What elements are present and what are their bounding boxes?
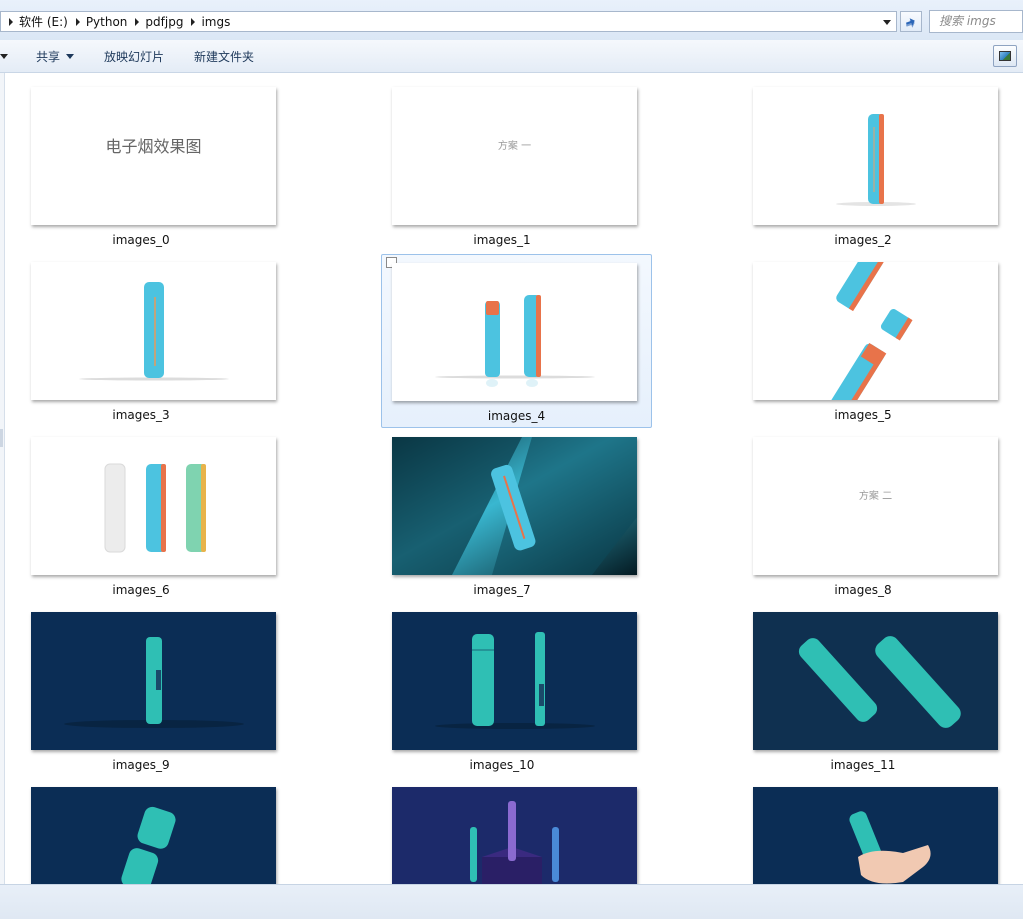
thumbnail-image xyxy=(31,787,276,884)
thumbnail-image xyxy=(31,612,276,750)
file-tile[interactable]: images_7 xyxy=(366,423,638,597)
thumbnail-caption: 电子烟效果图 xyxy=(105,137,202,156)
breadcrumb-arrow-icon[interactable] xyxy=(75,17,80,26)
share-button[interactable]: 共享 xyxy=(36,48,75,66)
thumbnail-caption: 方案 二 xyxy=(858,491,893,502)
view-options-button[interactable] xyxy=(993,45,1017,67)
file-tile[interactable]: images_12 xyxy=(5,773,277,884)
file-name: images_6 xyxy=(112,583,170,597)
file-tile[interactable]: images_9 xyxy=(5,598,277,772)
breadcrumb-arrow-icon[interactable] xyxy=(9,17,13,26)
file-name: images_9 xyxy=(112,758,170,772)
breadcrumb-item-pdfjpg[interactable]: pdfjpg xyxy=(145,15,183,29)
file-tile[interactable]: 方案 二 images_8 xyxy=(727,423,999,597)
pane-splitter-handle[interactable] xyxy=(0,429,3,447)
address-box[interactable]: 软件 (E:) Python pdfjpg imgs xyxy=(0,11,897,32)
file-grid: 电子烟效果图 images_0 方案 一 images_1 images_2 i… xyxy=(5,73,1023,884)
thumbnail-image: 电子烟效果图 xyxy=(31,87,276,225)
file-tile[interactable]: images_10 xyxy=(366,598,638,772)
file-name: images_8 xyxy=(834,583,892,597)
thumbnail-image xyxy=(753,262,998,400)
thumbnail-image xyxy=(31,262,276,400)
thumbnail-image xyxy=(392,787,637,884)
file-tile[interactable]: images_2 xyxy=(727,73,999,247)
file-name: images_10 xyxy=(469,758,535,772)
file-name: images_3 xyxy=(112,408,170,422)
thumbnail-caption: 方案 一 xyxy=(497,141,532,152)
share-label: 共享 xyxy=(36,50,61,64)
thumbnail-image xyxy=(392,263,637,401)
breadcrumb-item-python[interactable]: Python xyxy=(86,15,128,29)
file-tile[interactable]: images_14 xyxy=(727,773,999,884)
file-tile[interactable]: images_11 xyxy=(727,598,999,772)
thumbnail-image xyxy=(392,612,637,750)
breadcrumb-arrow-icon[interactable] xyxy=(191,17,196,26)
thumbnail-image xyxy=(392,437,637,575)
file-tile[interactable]: images_3 xyxy=(5,248,277,422)
file-tile[interactable]: images_5 xyxy=(727,248,999,422)
thumbnail-image xyxy=(31,437,276,575)
address-bar-area: 软件 (E:) Python pdfjpg imgs 搜索 imgs xyxy=(0,0,1023,40)
thumbnail-image xyxy=(753,612,998,750)
refresh-icon xyxy=(905,17,915,28)
file-tile[interactable]: 方案 一 images_1 xyxy=(366,73,638,247)
breadcrumb: 软件 (E:) Python pdfjpg imgs xyxy=(1,12,230,31)
command-bar: 共享 放映幻灯片 新建文件夹 xyxy=(0,40,1023,73)
breadcrumb-item-imgs[interactable]: imgs xyxy=(201,15,230,29)
address-history-dropdown[interactable] xyxy=(880,16,894,28)
file-name: images_2 xyxy=(834,233,892,247)
thumbnail-image: 方案 二 xyxy=(753,437,998,575)
file-name: images_11 xyxy=(830,758,896,772)
organize-dropdown-icon[interactable] xyxy=(0,54,8,59)
refresh-button[interactable] xyxy=(900,11,922,32)
slideshow-button[interactable]: 放映幻灯片 xyxy=(104,48,164,66)
file-tile[interactable]: images_6 xyxy=(5,423,277,597)
file-name: images_1 xyxy=(473,233,531,247)
thumbnail-image xyxy=(753,87,998,225)
picture-view-icon xyxy=(999,51,1011,61)
file-tile[interactable]: 电子烟效果图 images_0 xyxy=(5,73,277,247)
file-name: images_0 xyxy=(112,233,170,247)
breadcrumb-arrow-icon[interactable] xyxy=(135,17,140,26)
chevron-down-icon xyxy=(883,19,891,25)
file-tile[interactable]: images_13 xyxy=(366,773,638,884)
new-folder-button[interactable]: 新建文件夹 xyxy=(194,48,254,66)
file-name: images_5 xyxy=(834,408,892,422)
chevron-down-icon xyxy=(66,54,75,59)
breadcrumb-item-drive[interactable]: 软件 (E:) xyxy=(19,13,68,30)
file-tile-selected[interactable]: images_4 xyxy=(381,254,652,428)
file-name: images_4 xyxy=(487,409,546,423)
thumbnail-image xyxy=(753,787,998,884)
search-input[interactable]: 搜索 imgs xyxy=(929,10,1023,33)
thumbnail-image: 方案 一 xyxy=(392,87,637,225)
details-pane xyxy=(0,884,1023,919)
file-name: images_7 xyxy=(473,583,531,597)
